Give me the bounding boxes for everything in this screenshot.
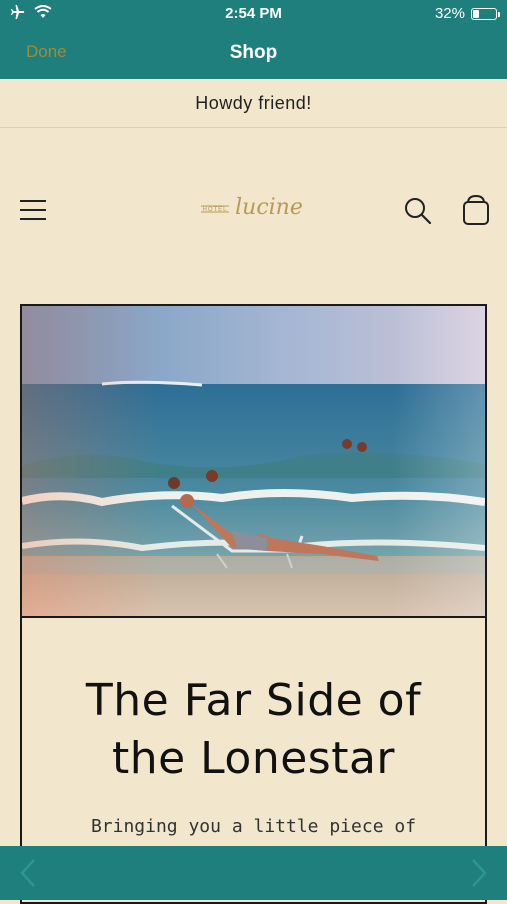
featured-card[interactable]: The Far Side of the Lonestar Bringing yo…: [20, 304, 487, 904]
beach-photo: [22, 306, 485, 616]
logo-small-text: HOTEL: [202, 207, 227, 213]
logo-script-text: lucine: [235, 195, 303, 220]
store-header: HOTEL lucine: [0, 128, 507, 298]
logo-mark: HOTEL lucine: [200, 195, 303, 220]
bottom-toolbar: [0, 846, 507, 900]
card-title-line1: The Far Side of: [85, 675, 422, 726]
nav-title: Shop: [229, 42, 278, 63]
battery-icon: [471, 7, 500, 20]
announcement-bar: Howdy friend!: [0, 79, 507, 128]
forward-arrow-icon[interactable]: [469, 858, 489, 888]
back-arrow-icon[interactable]: [18, 858, 38, 888]
status-bar: 2:54 PM 32%: [0, 0, 507, 28]
status-time: 2:54 PM: [225, 5, 282, 22]
nav-bar: Done Shop: [0, 28, 507, 79]
card-subtitle: Bringing you a little piece of: [90, 816, 417, 837]
status-right: 32%: [434, 5, 500, 22]
hero-image: [22, 306, 485, 618]
search-icon[interactable]: [403, 196, 433, 226]
card-title: The Far Side of the Lonestar: [22, 672, 485, 788]
cart-icon[interactable]: [460, 194, 492, 226]
battery-percent: 32%: [434, 5, 465, 22]
card-title-line2: the Lonestar: [111, 733, 396, 784]
